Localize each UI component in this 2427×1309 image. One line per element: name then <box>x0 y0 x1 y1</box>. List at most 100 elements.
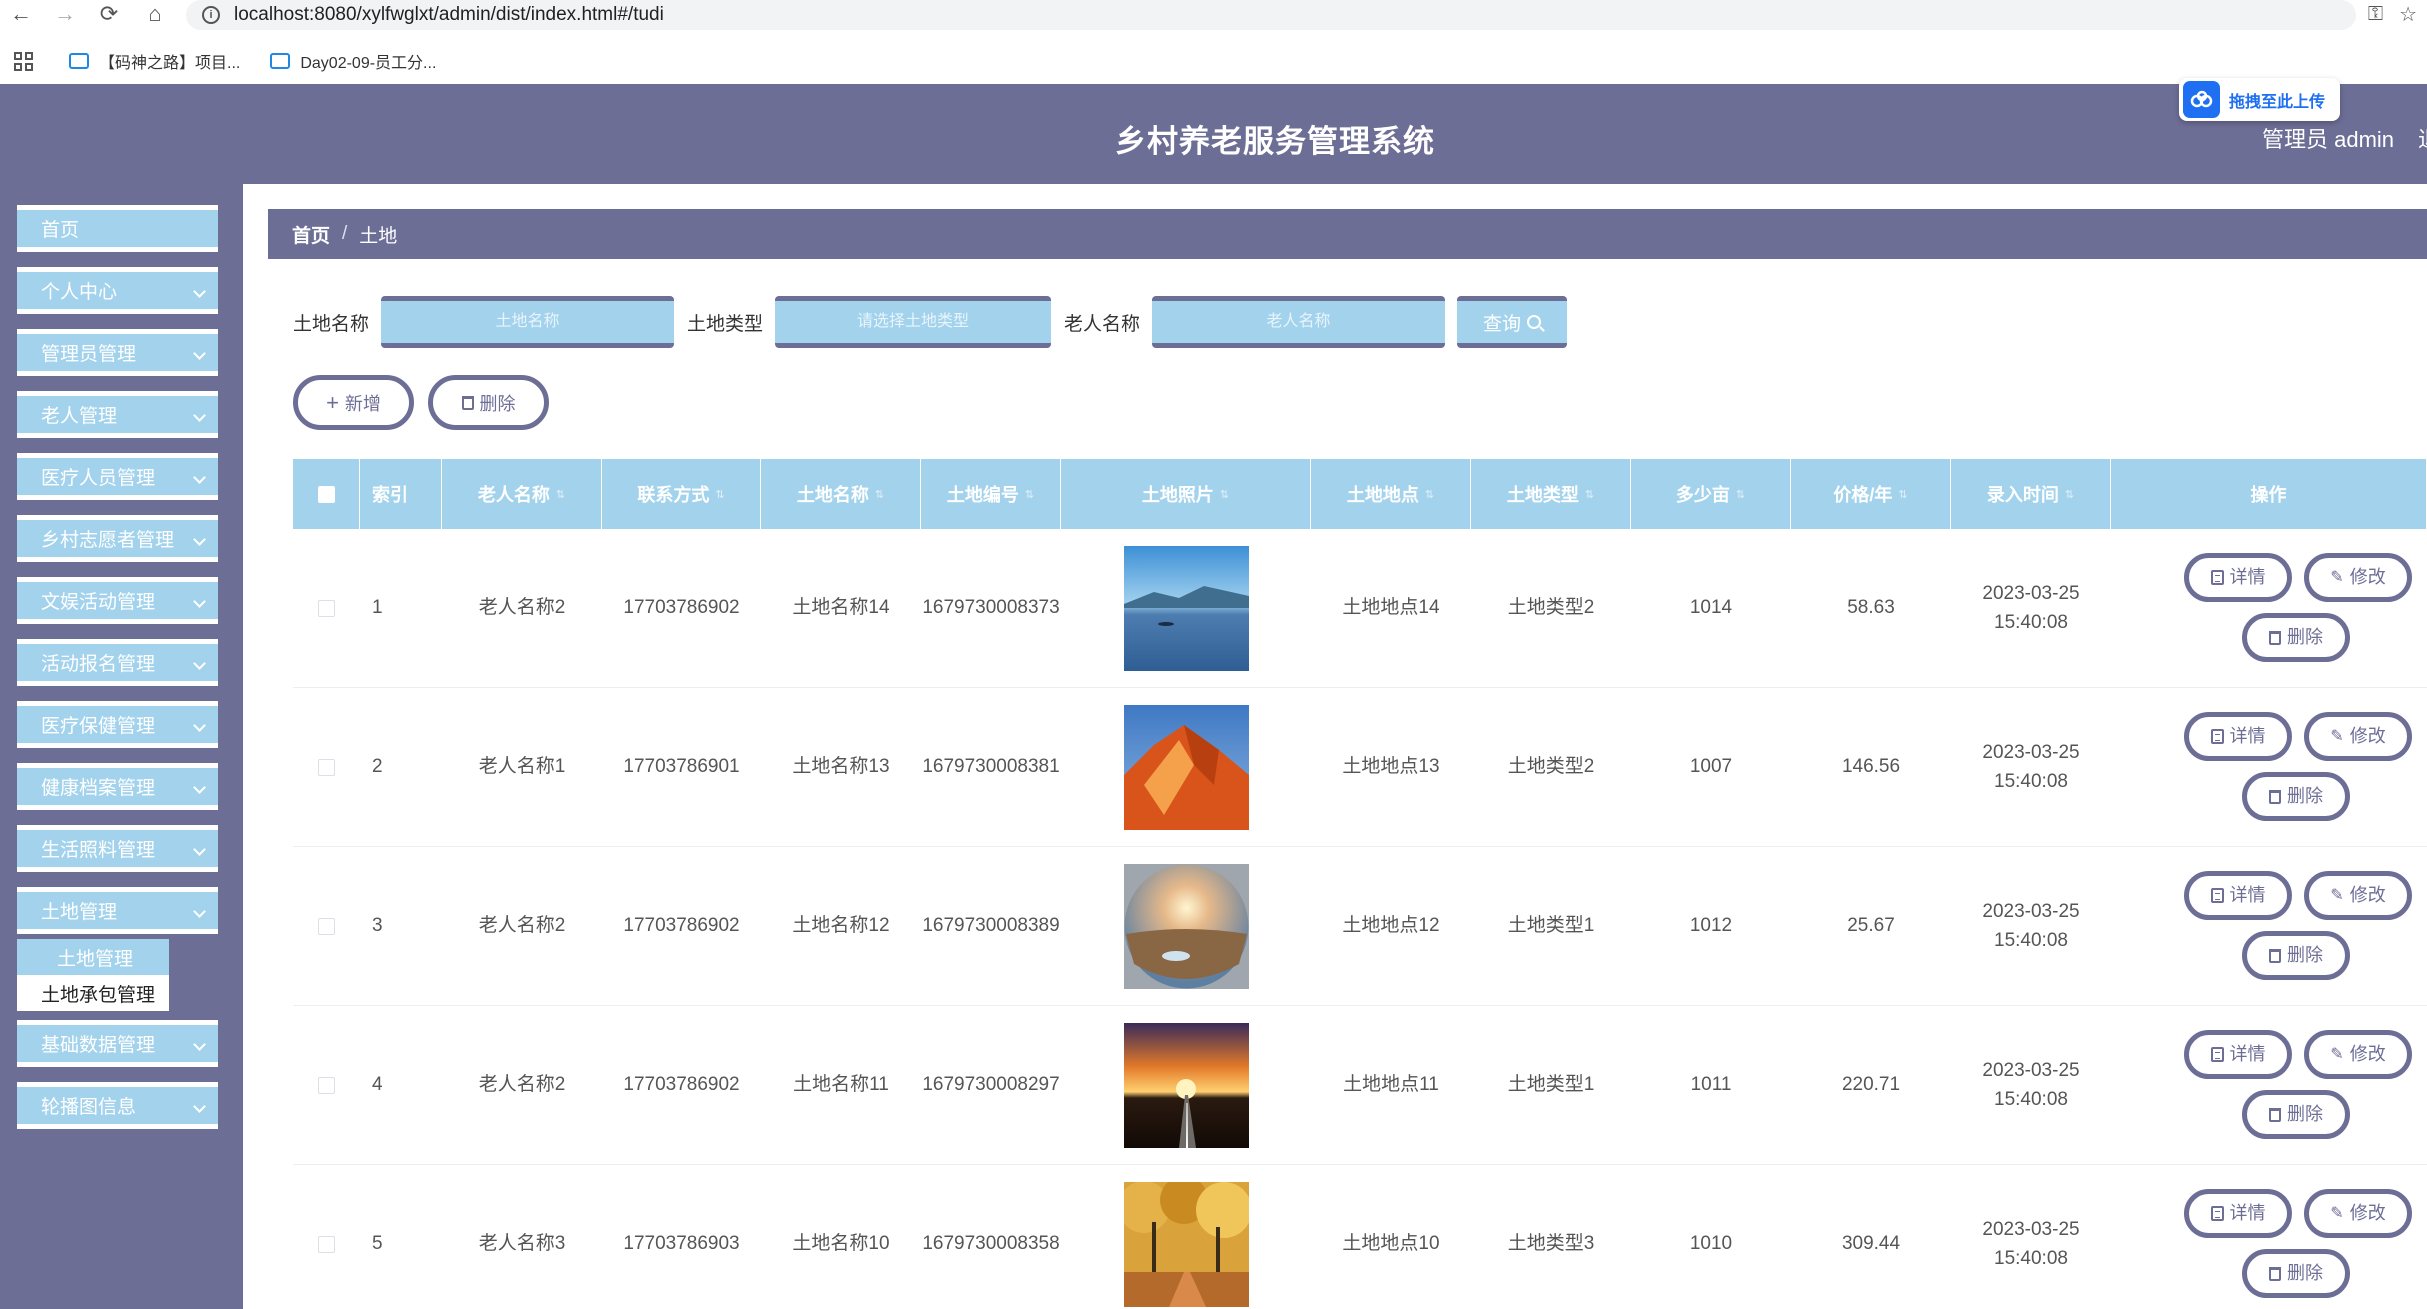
delete-button[interactable]: 删除 <box>2242 613 2350 662</box>
back-icon[interactable]: ← <box>4 0 38 28</box>
edit-button[interactable]: ✎ 修改 <box>2304 1189 2412 1238</box>
column-header[interactable]: 多少亩 ⇅ <box>1631 459 1791 529</box>
sidebar-item[interactable]: 医疗人员管理 <box>17 453 218 500</box>
bookmark-star-icon[interactable]: ☆ <box>2399 2 2417 27</box>
edit-button[interactable]: ✎ 修改 <box>2304 871 2412 920</box>
detail-button-label: 详情 <box>2229 726 2266 746</box>
delete-button[interactable]: 删除 <box>2242 1090 2350 1139</box>
row-checkbox[interactable] <box>318 759 335 776</box>
sort-icon[interactable]: ⇅ <box>875 488 884 501</box>
bookmark-item[interactable]: Day02-09-员工分... <box>270 49 436 73</box>
logout-button[interactable]: 退 <box>2418 122 2427 154</box>
land-photo[interactable] <box>1123 1182 1249 1307</box>
column-header[interactable]: 土地类型 ⇅ <box>1471 459 1631 529</box>
land-name-input[interactable] <box>381 296 675 348</box>
upload-drop-button[interactable]: 拖拽至此上传 <box>2179 78 2340 121</box>
delete-label: 删除 <box>479 393 516 414</box>
cell-land-name: 土地名称11 <box>793 1074 889 1096</box>
sort-icon[interactable]: ⇅ <box>1898 488 1907 501</box>
column-header[interactable]: 土地编号 ⇅ <box>921 459 1061 529</box>
detail-button[interactable]: 详情 <box>2184 553 2292 602</box>
breadcrumb-home[interactable]: 首页 <box>292 221 330 248</box>
detail-button[interactable]: 详情 <box>2184 871 2292 920</box>
sort-icon[interactable]: ⇅ <box>1736 488 1745 501</box>
sidebar-item[interactable]: 老人管理 <box>17 391 218 438</box>
detail-button[interactable]: 详情 <box>2184 1189 2292 1238</box>
cell-time: 2023-03-25 15:40:08 <box>1982 901 2080 951</box>
batch-delete-button[interactable]: 删除 <box>428 375 549 430</box>
cell-location: 土地地点11 <box>1343 1074 1439 1096</box>
land-photo[interactable] <box>1123 546 1249 671</box>
edit-button[interactable]: ✎ 修改 <box>2304 712 2412 761</box>
sort-icon[interactable]: ⇅ <box>556 488 565 501</box>
admin-user-label: 管理员 admin <box>2262 127 2395 152</box>
sort-icon[interactable]: ⇅ <box>1025 488 1034 501</box>
sidebar-item[interactable]: 基础数据管理 <box>17 1020 218 1067</box>
query-button[interactable]: 查询 <box>1457 296 1568 348</box>
select-all-checkbox[interactable] <box>317 485 335 503</box>
cell-location: 土地地点10 <box>1342 1233 1440 1255</box>
delete-button[interactable]: 删除 <box>2242 1249 2350 1298</box>
column-header-label: 土地名称 <box>796 485 869 505</box>
detail-button[interactable]: 详情 <box>2184 712 2292 761</box>
land-type-select[interactable] <box>775 296 1052 348</box>
column-header[interactable]: 操作 <box>2111 459 2427 529</box>
submenu-item-land[interactable]: 土地管理 <box>17 939 169 975</box>
elder-name-input[interactable] <box>1152 296 1446 348</box>
row-checkbox[interactable] <box>318 1077 335 1094</box>
sidebar-item[interactable]: 文娱活动管理 <box>17 577 218 624</box>
row-select-cell <box>293 529 360 688</box>
column-header[interactable]: 土地照片 ⇅ <box>1061 459 1311 529</box>
header-select-all[interactable] <box>293 459 360 529</box>
sidebar-item[interactable]: 乡村志愿者管理 <box>17 515 218 562</box>
column-header-label: 价格/年 <box>1833 485 1893 505</box>
row-checkbox[interactable] <box>318 600 335 617</box>
column-header[interactable]: 老人名称 ⇅ <box>442 459 602 529</box>
row-checkbox[interactable] <box>318 1236 335 1253</box>
row-select-cell <box>293 847 360 1006</box>
sidebar-item[interactable]: 健康档案管理 <box>17 763 218 810</box>
sidebar-item[interactable]: 土地管理 <box>17 887 218 934</box>
delete-button[interactable]: 删除 <box>2242 772 2350 821</box>
sidebar-item[interactable]: 轮播图信息 <box>17 1082 218 1129</box>
sidebar-item[interactable]: 首页 <box>17 205 218 252</box>
column-header[interactable]: 录入时间 ⇅ <box>1951 459 2111 529</box>
detail-button[interactable]: 详情 <box>2184 1030 2292 1079</box>
sort-icon[interactable]: ⇅ <box>715 488 724 501</box>
row-checkbox[interactable] <box>318 918 335 935</box>
edit-button[interactable]: ✎ 修改 <box>2304 553 2412 602</box>
column-header[interactable]: 索引 <box>360 459 442 529</box>
sidebar-item[interactable]: 个人中心 <box>17 267 218 314</box>
apps-grid-icon[interactable] <box>14 51 33 71</box>
sort-icon[interactable]: ⇅ <box>1220 488 1229 501</box>
column-header-label: 土地照片 <box>1141 485 1214 505</box>
column-header[interactable]: 土地地点 ⇅ <box>1311 459 1471 529</box>
site-info-icon[interactable]: i <box>202 6 220 24</box>
sidebar-item[interactable]: 生活照料管理 <box>17 825 218 872</box>
bookmark-label: 【码神之路】项目... <box>99 55 241 72</box>
column-header[interactable]: 价格/年 ⇅ <box>1791 459 1951 529</box>
column-header[interactable]: 联系方式 ⇅ <box>602 459 761 529</box>
submenu-item-land-contract[interactable]: 土地承包管理 <box>17 975 169 1011</box>
land-photo[interactable] <box>1123 1023 1249 1148</box>
land-photo[interactable] <box>1123 864 1249 989</box>
edit-button[interactable]: ✎ 修改 <box>2304 1030 2412 1079</box>
sort-icon[interactable]: ⇅ <box>1585 488 1594 501</box>
bookmark-item[interactable]: 【码神之路】项目... <box>69 49 240 73</box>
add-button[interactable]: + 新增 <box>293 375 414 430</box>
sort-icon[interactable]: ⇅ <box>2065 488 2074 501</box>
document-icon <box>2210 1047 2224 1062</box>
forward-icon[interactable]: → <box>48 0 82 28</box>
sidebar-item[interactable]: 活动报名管理 <box>17 639 218 686</box>
sidebar-item[interactable]: 医疗保健管理 <box>17 701 218 748</box>
password-key-icon[interactable]: ⚿ <box>2368 3 2383 26</box>
column-header[interactable]: 土地名称 ⇅ <box>761 459 921 529</box>
sort-icon[interactable]: ⇅ <box>1425 488 1434 501</box>
delete-button[interactable]: 删除 <box>2242 931 2350 980</box>
home-icon[interactable]: ⌂ <box>138 0 172 28</box>
column-header-label: 索引 <box>372 485 408 505</box>
reload-icon[interactable]: ⟳ <box>92 0 126 28</box>
url-field[interactable]: i localhost:8080/xylfwglxt/admin/dist/in… <box>186 0 2356 30</box>
sidebar-item[interactable]: 管理员管理 <box>17 329 218 376</box>
land-photo[interactable] <box>1123 705 1249 830</box>
